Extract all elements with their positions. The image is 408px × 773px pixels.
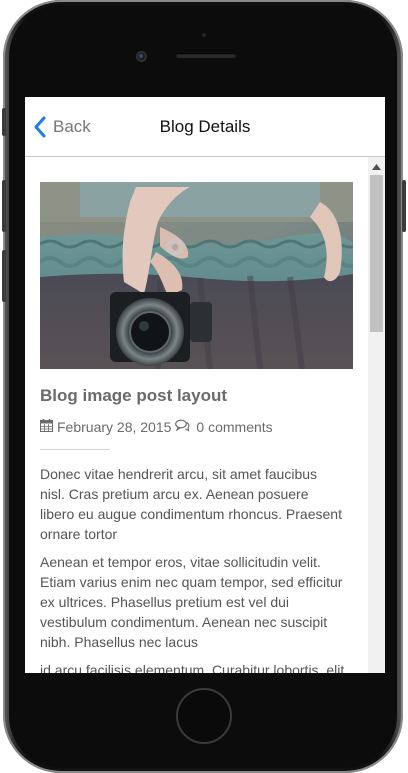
post-paragraph: Donec vitae hendrerit arcu, sit amet fau… (40, 466, 342, 542)
earpiece-speaker (176, 53, 236, 58)
scrollbar-thumb[interactable] (370, 175, 383, 332)
post-paragraph: id arcu facilisis elementum. Curabitur l… (40, 662, 345, 673)
vertical-scrollbar[interactable] (368, 157, 385, 673)
blog-content: Blog image post layout February 28, 2015 (25, 157, 368, 673)
title-divider (40, 449, 110, 450)
power-button (402, 180, 406, 232)
arrow-up-icon (372, 157, 381, 175)
post-date: February 28, 2015 (57, 419, 172, 435)
volume-down-button (2, 250, 6, 302)
proximity-sensor (202, 33, 206, 37)
mute-switch (2, 108, 6, 136)
app-screen: Back Blog Details Blog image post layout… (25, 97, 385, 673)
volume-up-button (2, 180, 6, 232)
post-paragraph: Aenean et tempor eros, vitae sollicitudi… (40, 554, 343, 650)
post-meta: February 28, 2015 0 comments (40, 419, 273, 435)
blog-post-image (40, 182, 353, 369)
front-camera (136, 51, 147, 62)
post-title: Blog image post layout (40, 386, 228, 405)
calendar-icon (40, 419, 57, 435)
home-button[interactable] (176, 688, 232, 744)
post-comments-count[interactable]: 0 comments (196, 419, 272, 435)
page-title: Blog Details (159, 117, 251, 136)
scroll-up-button[interactable] (368, 157, 385, 174)
navigation-bar: Back Blog Details (25, 97, 385, 157)
comments-icon (175, 419, 194, 435)
